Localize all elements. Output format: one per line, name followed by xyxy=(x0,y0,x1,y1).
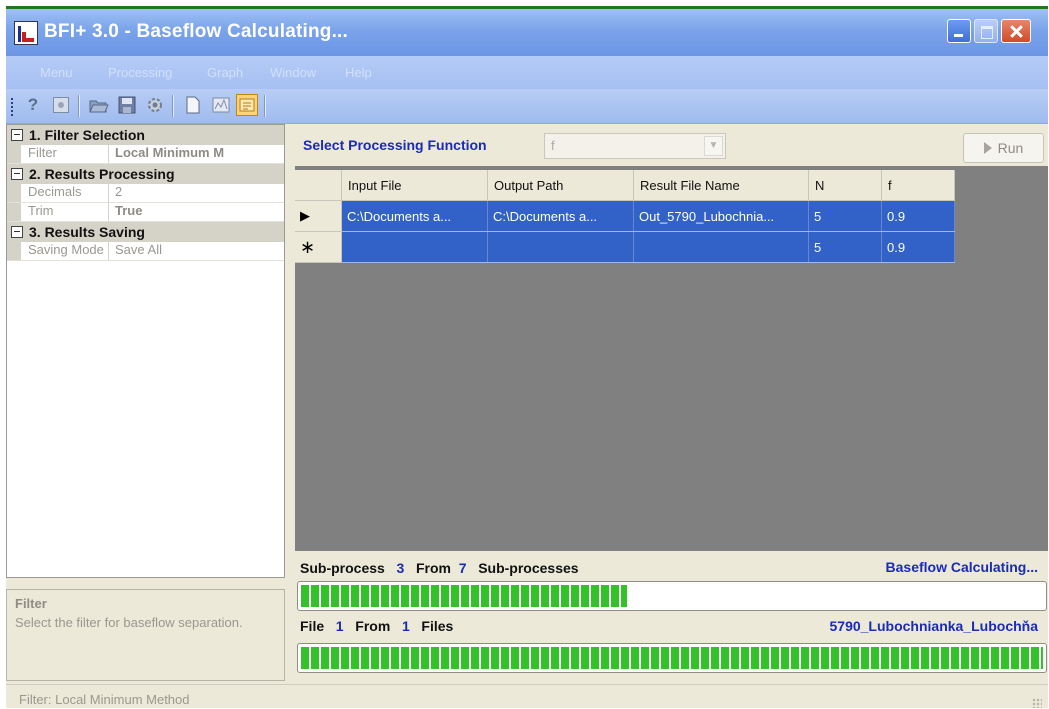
grid-cell[interactable]: Out_5790_Lubochnia... xyxy=(633,200,809,232)
property-row-decimals[interactable]: Decimals 2 xyxy=(7,184,284,203)
category-filter-selection[interactable]: 1. Filter Selection xyxy=(7,125,284,145)
grid-cell[interactable]: 0.9 xyxy=(881,231,955,263)
property-row-saving-mode[interactable]: Saving Mode Save All xyxy=(7,242,284,261)
menu-graph[interactable]: Graph xyxy=(207,65,243,80)
play-icon xyxy=(983,142,992,154)
progress-fill xyxy=(301,647,1043,669)
category-results-processing[interactable]: 2. Results Processing xyxy=(7,164,284,184)
data-grid: Input File Output Path Result File Name … xyxy=(295,166,1048,551)
menu-window[interactable]: Window xyxy=(270,65,316,80)
settings-icon[interactable] xyxy=(144,94,166,116)
save-icon[interactable] xyxy=(116,94,138,116)
column-header[interactable]: Input File xyxy=(341,170,488,201)
property-grid: 1. Filter Selection Filter Local Minimum … xyxy=(6,124,285,578)
new-document-icon[interactable] xyxy=(182,94,204,116)
processing-function-label: Select Processing Function xyxy=(303,137,487,153)
subprocess-title: Baseflow Calculating... xyxy=(885,559,1038,575)
help-title: Filter xyxy=(15,596,47,611)
file-name: 5790_Lubochnianka_Lubochňa xyxy=(829,618,1039,634)
help-icon[interactable]: ? xyxy=(22,94,44,116)
collapse-icon[interactable] xyxy=(11,168,23,180)
grid-cell[interactable]: C:\Documents a... xyxy=(341,200,488,232)
open-folder-icon[interactable] xyxy=(88,94,110,116)
progress-fill xyxy=(301,585,627,607)
graph-icon[interactable] xyxy=(210,94,232,116)
grid-cell[interactable] xyxy=(633,231,809,263)
column-header[interactable]: N xyxy=(808,170,882,201)
menu-help[interactable]: Help xyxy=(345,65,372,80)
column-header[interactable]: Result File Name xyxy=(633,170,809,201)
grid-cell[interactable] xyxy=(487,231,634,263)
subprocess-status: Sub-process 3 From 7 Sub-processes xyxy=(300,560,579,576)
grid-cell[interactable]: 5 xyxy=(808,200,882,232)
property-help-box: Filter Select the filter for baseflow se… xyxy=(6,589,285,681)
processing-icon[interactable] xyxy=(236,94,258,116)
toolbar: ? xyxy=(6,89,1048,124)
menu-processing[interactable]: Processing xyxy=(108,65,172,80)
app-window: BFI+ 3.0 - Baseflow Calculating... Menu … xyxy=(6,6,1048,708)
status-text: Filter: Local Minimum Method xyxy=(19,692,190,707)
toolbar-grip[interactable] xyxy=(11,98,16,116)
window-title: BFI+ 3.0 - Baseflow Calculating... xyxy=(44,21,349,42)
grid-cell[interactable]: C:\Documents a... xyxy=(487,200,634,232)
table-row[interactable]: ▶ C:\Documents a... C:\Documents a... Ou… xyxy=(295,200,955,232)
menu-bar: Menu Processing Graph Window Help xyxy=(6,56,1048,89)
status-bar: Filter: Local Minimum Method xyxy=(6,684,1048,708)
row-header-corner xyxy=(295,170,342,201)
collapse-icon[interactable] xyxy=(11,226,23,238)
grid-cell[interactable]: 0.9 xyxy=(881,200,955,232)
file-status: File 1 From 1 Files xyxy=(300,618,454,634)
chevron-down-icon[interactable]: ▼ xyxy=(704,136,723,156)
subprocess-progress-bar xyxy=(297,581,1047,611)
file-progress-bar xyxy=(297,643,1047,673)
grid-header-row: Input File Output Path Result File Name … xyxy=(295,170,955,201)
row-marker-new[interactable]: ∗ xyxy=(295,231,342,263)
collapse-icon[interactable] xyxy=(11,129,23,141)
category-results-saving[interactable]: 3. Results Saving xyxy=(7,222,284,242)
title-bar[interactable]: BFI+ 3.0 - Baseflow Calculating... xyxy=(6,9,1048,56)
app-logo-icon xyxy=(14,21,38,45)
grid-cell[interactable] xyxy=(341,231,488,263)
run-button[interactable]: Run xyxy=(963,133,1044,163)
property-row-filter[interactable]: Filter Local Minimum M xyxy=(7,145,284,164)
stop-icon[interactable] xyxy=(50,94,72,116)
close-button[interactable] xyxy=(1001,19,1031,43)
help-text: Select the filter for baseflow separatio… xyxy=(15,615,243,630)
maximize-button[interactable] xyxy=(974,19,998,43)
property-row-trim[interactable]: Trim True xyxy=(7,203,284,222)
table-row[interactable]: ∗ 5 0.9 xyxy=(295,231,955,263)
menu-menu[interactable]: Menu xyxy=(40,65,73,80)
column-header[interactable]: f xyxy=(881,170,955,201)
minimize-button[interactable] xyxy=(947,19,971,43)
processing-function-select[interactable]: f ▼ xyxy=(544,133,726,159)
column-header[interactable]: Output Path xyxy=(487,170,634,201)
resize-grip-icon[interactable] xyxy=(1032,698,1042,708)
row-marker-current[interactable]: ▶ xyxy=(295,200,342,232)
grid-cell[interactable]: 5 xyxy=(808,231,882,263)
